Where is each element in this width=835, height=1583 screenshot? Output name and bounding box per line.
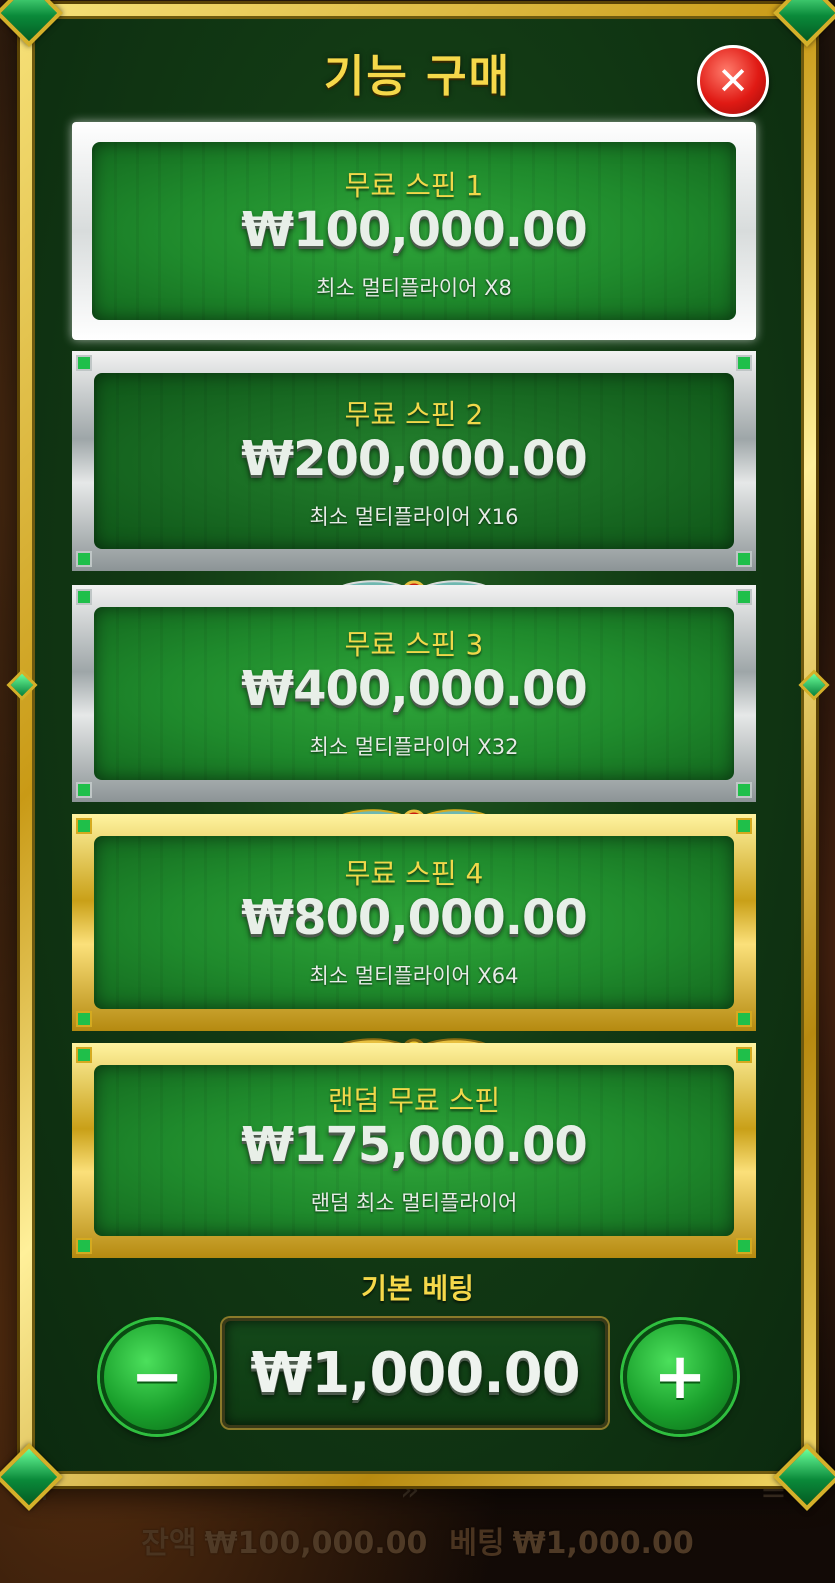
plus-icon: + xyxy=(653,1340,707,1414)
frame-gem-icon xyxy=(76,551,92,567)
option-multiplier: 랜덤 최소 멀티플라이어 xyxy=(310,1191,518,1215)
option-price: ₩100,000.00 xyxy=(241,202,588,258)
frame-gem-icon xyxy=(736,1047,752,1063)
option-card: 무료 스핀 2 ₩200,000.00 최소 멀티플라이어 X16 xyxy=(94,373,734,549)
feature-option-random-free-spins[interactable]: 랜덤 무료 스핀 ₩175,000.00 랜덤 최소 멀티플라이어 xyxy=(72,1043,756,1258)
frame-gem-icon xyxy=(76,1047,92,1063)
option-card: 무료 스핀 4 ₩800,000.00 최소 멀티플라이어 X64 xyxy=(94,836,734,1009)
frame-gem-icon xyxy=(76,818,92,834)
feature-option-free-spins-3[interactable]: 무료 스핀 3 ₩400,000.00 최소 멀티플라이어 X32 xyxy=(72,585,756,802)
base-bet-value: ₩1,000.00 xyxy=(222,1318,608,1428)
option-name: 무료 스핀 4 xyxy=(344,857,484,890)
option-multiplier: 최소 멀티플라이어 X16 xyxy=(309,505,519,529)
balance-value: ₩100,000.00 xyxy=(204,1526,428,1561)
option-price: ₩400,000.00 xyxy=(241,661,588,717)
frame-gem-icon xyxy=(76,355,92,371)
option-card: 랜덤 무료 스핀 ₩175,000.00 랜덤 최소 멀티플라이어 xyxy=(94,1065,734,1236)
decrease-bet-button[interactable]: − xyxy=(100,1320,214,1434)
option-card: 무료 스핀 3 ₩400,000.00 최소 멀티플라이어 X32 xyxy=(94,607,734,780)
frame-gem-icon xyxy=(76,589,92,605)
option-name: 무료 스핀 3 xyxy=(344,628,484,661)
option-price: ₩175,000.00 xyxy=(241,1117,588,1173)
increase-bet-button[interactable]: + xyxy=(623,1320,737,1434)
feature-option-free-spins-2[interactable]: 무료 스핀 2 ₩200,000.00 최소 멀티플라이어 X16 xyxy=(72,351,756,571)
option-multiplier: 최소 멀티플라이어 X64 xyxy=(309,964,519,988)
option-name: 랜덤 무료 스핀 xyxy=(327,1084,501,1117)
feature-option-free-spins-1[interactable]: 무료 스핀 1 ₩100,000.00 최소 멀티플라이어 X8 xyxy=(72,122,756,340)
bet-label: 베팅 xyxy=(449,1526,505,1561)
option-price: ₩200,000.00 xyxy=(241,431,588,487)
option-price: ₩800,000.00 xyxy=(241,890,588,946)
close-icon: ✕ xyxy=(717,59,749,103)
option-multiplier: 최소 멀티플라이어 X32 xyxy=(309,735,519,759)
option-multiplier: 최소 멀티플라이어 X8 xyxy=(316,276,512,300)
frame-gem-icon xyxy=(736,1238,752,1254)
bet-value: ₩1,000.00 xyxy=(512,1526,694,1561)
close-button[interactable]: ✕ xyxy=(697,45,769,117)
frame-gem-icon xyxy=(736,355,752,371)
frame-gem-icon xyxy=(736,818,752,834)
frame-gem-icon xyxy=(736,782,752,798)
frame-gem-icon xyxy=(76,1238,92,1254)
option-card: 무료 스핀 1 ₩100,000.00 최소 멀티플라이어 X8 xyxy=(92,142,736,320)
frame-gem-icon xyxy=(76,1011,92,1027)
base-bet-label: 기본 베팅 xyxy=(361,1272,474,1305)
balance-label: 잔액 xyxy=(141,1526,197,1561)
option-name: 무료 스핀 2 xyxy=(344,398,484,431)
frame-gem-icon xyxy=(76,782,92,798)
feature-option-free-spins-4[interactable]: 무료 스핀 4 ₩800,000.00 최소 멀티플라이어 X64 xyxy=(72,814,756,1031)
minus-icon: − xyxy=(130,1340,184,1414)
status-bar: 잔액 ₩100,000.00 베팅 ₩1,000.00 xyxy=(0,1518,835,1562)
option-name: 무료 스핀 1 xyxy=(344,169,484,202)
frame-gem-icon xyxy=(736,589,752,605)
frame-gem-icon xyxy=(736,551,752,567)
frame-gem-icon xyxy=(736,1011,752,1027)
